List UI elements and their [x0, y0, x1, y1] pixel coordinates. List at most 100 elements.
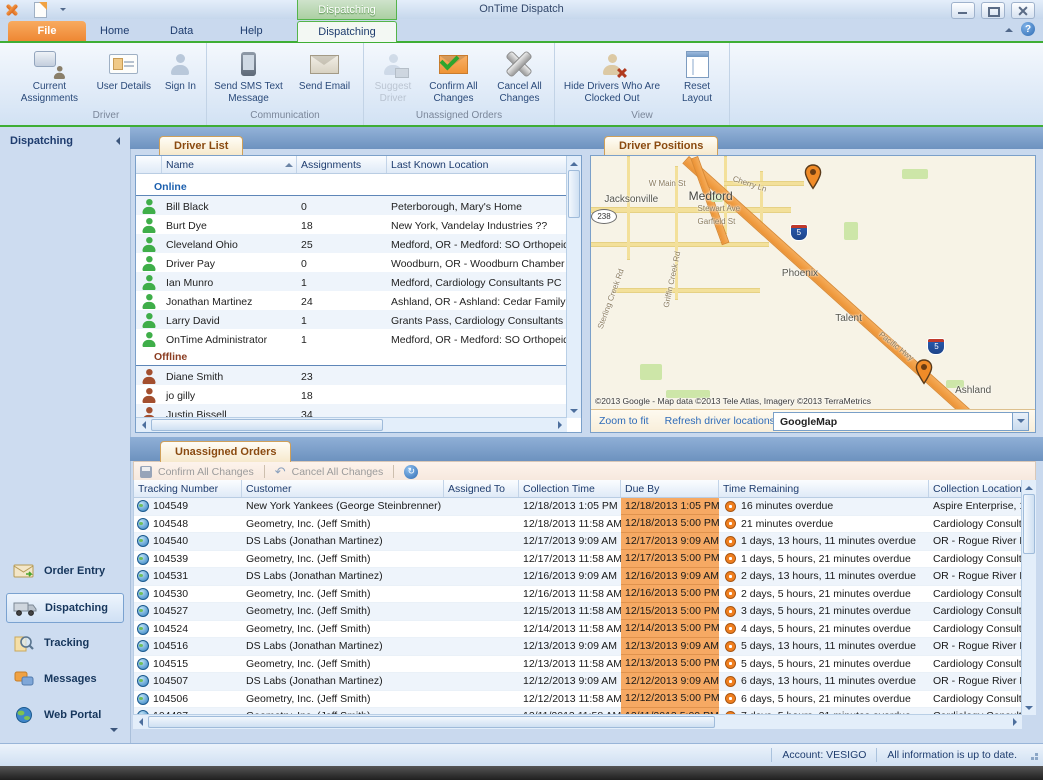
tab-data[interactable]: Data [152, 21, 211, 41]
sign-in-button[interactable]: Sign In [157, 45, 204, 95]
order-row[interactable]: 104540 DS Labs (Jonathan Martinez) 12/17… [134, 533, 1022, 551]
order-collection-time: 12/16/2013 11:58 AM [519, 588, 621, 600]
driver-row[interactable]: Justin Bissell 34 [136, 404, 567, 418]
driver-positions-tab[interactable]: Driver Positions [604, 136, 718, 155]
tab-file[interactable]: File [8, 21, 86, 41]
confirm-all-changes-button[interactable]: Confirm All Changes [420, 45, 487, 106]
customer-column-header[interactable]: Customer [242, 480, 444, 497]
order-collection-location: Cardiology Consult [929, 605, 1022, 617]
assignments-column-header[interactable]: Assignments [297, 156, 387, 173]
send-email-button[interactable]: Send Email [288, 45, 361, 95]
reset-layout-button[interactable]: Reset Layout [667, 45, 727, 106]
collection-time-column-header[interactable]: Collection Time [519, 480, 621, 497]
hide-drivers-button[interactable]: Hide Drivers Who Are Clocked Out [557, 45, 667, 106]
order-row[interactable]: 104515 Geometry, Inc. (Jeff Smith) 12/13… [134, 656, 1022, 674]
sidebar-item-order-entry[interactable]: Order Entry [6, 557, 124, 585]
scroll-down-icon[interactable] [1022, 701, 1036, 715]
tab-home[interactable]: Home [82, 21, 147, 41]
orders-horizontal-scrollbar[interactable] [133, 714, 1022, 729]
scrollbar-thumb[interactable] [148, 716, 715, 728]
scroll-right-icon[interactable] [553, 418, 567, 432]
order-row[interactable]: 104524 Geometry, Inc. (Jeff Smith) 12/14… [134, 621, 1022, 639]
driver-list-horizontal-scrollbar[interactable] [136, 417, 567, 432]
driver-row[interactable]: Burt Dye 18 New York, Vandelay Industrie… [136, 215, 567, 234]
scroll-down-icon[interactable] [567, 404, 581, 418]
order-row[interactable]: 104539 Geometry, Inc. (Jeff Smith) 12/17… [134, 551, 1022, 569]
offline-group-row[interactable]: Offline [136, 348, 567, 366]
sidebar-item-web-portal[interactable]: Web Portal [6, 701, 124, 729]
sidebar-collapse-icon[interactable] [112, 137, 120, 145]
driver-status-column-header[interactable] [136, 156, 162, 173]
driver-row[interactable]: Cleveland Ohio 25 Medford, OR - Medford:… [136, 234, 567, 253]
order-time-remaining: 3 days, 5 hours, 21 minutes overdue [741, 605, 911, 617]
scroll-right-icon[interactable] [1008, 715, 1022, 729]
cancel-all-changes-toolbar-button[interactable]: Cancel All Changes [292, 466, 384, 478]
map-place-label: Pacific Hwy [877, 330, 915, 363]
resize-grip[interactable] [1027, 749, 1039, 761]
sidebar-item-tracking[interactable]: Tracking [6, 629, 124, 657]
driver-map-marker[interactable] [804, 164, 822, 190]
dropdown-arrow-icon[interactable] [1012, 413, 1028, 430]
time-remaining-column-header[interactable]: Time Remaining [719, 480, 929, 497]
order-row[interactable]: 104527 Geometry, Inc. (Jeff Smith) 12/15… [134, 603, 1022, 621]
maximize-button[interactable] [981, 2, 1005, 19]
globe-icon [12, 705, 36, 725]
close-button[interactable] [1011, 2, 1035, 19]
confirm-all-changes-icon [435, 47, 471, 81]
online-group-row[interactable]: Online [136, 178, 567, 196]
driver-map-marker[interactable] [915, 359, 933, 385]
scroll-left-icon[interactable] [133, 715, 147, 729]
driver-list-vertical-scrollbar[interactable] [566, 156, 581, 418]
driver-row[interactable]: Jonathan Martinez 24 Ashland, OR - Ashla… [136, 291, 567, 310]
driver-row[interactable]: OnTime Administrator 1 Medford, OR - Med… [136, 329, 567, 348]
driver-row[interactable]: Diane Smith 23 [136, 366, 567, 385]
collapse-ribbon-icon[interactable] [1005, 24, 1013, 32]
sidebar-more-icon[interactable] [110, 728, 118, 736]
order-row[interactable]: 104507 DS Labs (Jonathan Martinez) 12/12… [134, 673, 1022, 691]
zoom-to-fit-link[interactable]: Zoom to fit [599, 415, 649, 427]
assigned-to-column-header[interactable]: Assigned To [444, 480, 519, 497]
order-row[interactable]: 104506 Geometry, Inc. (Jeff Smith) 12/12… [134, 691, 1022, 709]
driver-row[interactable]: Driver Pay 0 Woodburn, OR - Woodburn Cha… [136, 253, 567, 272]
scrollbar-thumb[interactable] [568, 170, 580, 218]
tracking-number-column-header[interactable]: Tracking Number [134, 480, 242, 497]
map-provider-select[interactable]: GoogleMap [773, 412, 1029, 431]
scroll-up-icon[interactable] [1022, 480, 1036, 494]
unassigned-orders-tab[interactable]: Unassigned Orders [160, 441, 291, 462]
location-column-header[interactable]: Last Known Location [387, 156, 567, 173]
scrollbar-thumb[interactable] [151, 419, 383, 431]
send-sms-button[interactable]: Send SMS Text Message [209, 45, 288, 106]
user-details-button[interactable]: User Details [91, 45, 157, 95]
driver-row[interactable]: Bill Black 0 Peterborough, Mary's Home [136, 196, 567, 215]
sidebar-item-messages[interactable]: Messages [6, 665, 124, 693]
collection-location-column-header[interactable]: Collection Location [929, 480, 1022, 497]
scrollbar-thumb[interactable] [1023, 494, 1035, 554]
order-row[interactable]: 104530 Geometry, Inc. (Jeff Smith) 12/16… [134, 586, 1022, 604]
tab-help[interactable]: Help [222, 21, 281, 41]
help-icon[interactable]: ? [1021, 22, 1035, 36]
scroll-up-icon[interactable] [567, 156, 581, 170]
order-row[interactable]: 104548 Geometry, Inc. (Jeff Smith) 12/18… [134, 516, 1022, 534]
sidebar-item-dispatching[interactable]: Dispatching [6, 593, 124, 623]
current-assignments-button[interactable]: Current Assignments [8, 45, 91, 106]
order-row[interactable]: 104516 DS Labs (Jonathan Martinez) 12/13… [134, 638, 1022, 656]
suggest-driver-button[interactable]: Suggest Driver [366, 45, 420, 106]
name-column-header[interactable]: Name [162, 156, 297, 173]
confirm-all-changes-toolbar-button[interactable]: Confirm All Changes [158, 466, 254, 478]
driver-row[interactable]: jo gilly 18 [136, 385, 567, 404]
due-by-column-header[interactable]: Due By [621, 480, 719, 497]
driver-row[interactable]: Larry David 1 Grants Pass, Cardiology Co… [136, 310, 567, 329]
refresh-icon[interactable]: ↻ [404, 465, 418, 479]
map-canvas[interactable]: Medford Jacksonville Phoenix Talent Ashl… [591, 156, 1035, 410]
cancel-all-changes-button[interactable]: Cancel All Changes [487, 45, 552, 106]
order-row[interactable]: 104531 DS Labs (Jonathan Martinez) 12/16… [134, 568, 1022, 586]
minimize-button[interactable] [951, 2, 975, 19]
driver-row[interactable]: Ian Munro 1 Medford, Cardiology Consulta… [136, 272, 567, 291]
orders-vertical-scrollbar[interactable] [1021, 480, 1036, 715]
driver-list-tab[interactable]: Driver List [159, 136, 243, 155]
scroll-left-icon[interactable] [136, 418, 150, 432]
order-row[interactable]: 104549 New York Yankees (George Steinbre… [134, 498, 1022, 516]
send-email-icon [306, 47, 342, 81]
tab-dispatching[interactable]: Dispatching [297, 21, 397, 42]
driver-assignments: 25 [297, 239, 387, 251]
